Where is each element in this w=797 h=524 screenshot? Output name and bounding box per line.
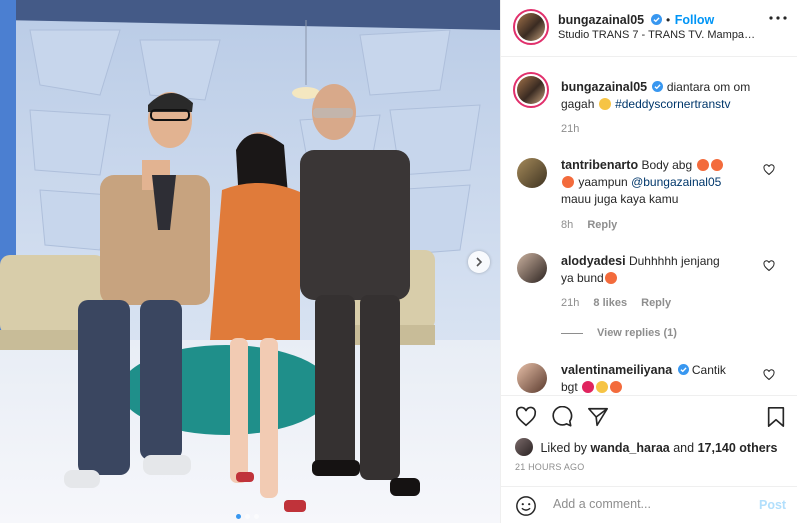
emoji-icon: [604, 272, 617, 284]
caption: bungazainal05 diantara om om gagah #dedd…: [561, 79, 773, 113]
view-replies-button[interactable]: View replies (1): [597, 327, 677, 339]
verified-icon: [650, 14, 662, 25]
comments-list[interactable]: bungazainal05 diantara om om gagah #dedd…: [501, 57, 797, 395]
replies-divider: [561, 333, 583, 334]
emoji-icon[interactable]: [515, 495, 537, 517]
emoji-icon: [562, 176, 574, 188]
comment-username[interactable]: alodyadesi: [561, 254, 626, 268]
share-icon[interactable]: [587, 406, 609, 428]
likes-count[interactable]: 17,140 others: [698, 441, 778, 455]
comment-text: Cantik: [691, 363, 726, 377]
reply-button[interactable]: Reply: [587, 219, 617, 231]
heart-icon[interactable]: [763, 260, 775, 272]
comment-input[interactable]: [551, 496, 745, 512]
comment-avatar[interactable]: [517, 158, 547, 188]
comment-item: tantribenarto Body abg yaampun @bungazai…: [561, 157, 757, 208]
comment-text: Body abg: [641, 158, 693, 172]
author-avatar[interactable]: [513, 9, 549, 45]
comment-icon[interactable]: [551, 406, 573, 428]
comment-likes[interactable]: 8 likes: [593, 297, 627, 309]
comment-meta: 8h Reply: [561, 219, 628, 231]
comment-mention[interactable]: @bungazainal05: [631, 175, 721, 189]
post-photo[interactable]: [0, 0, 500, 523]
dot-separator: •: [666, 13, 671, 27]
liker-username[interactable]: wanda_haraa: [591, 441, 670, 455]
verified-icon: [677, 364, 689, 375]
comment-text: Duhhhhh jenjang: [628, 254, 720, 268]
likes-prefix: Liked by: [540, 441, 588, 455]
follow-button[interactable]: Follow: [675, 13, 715, 27]
likes-and: and: [673, 441, 695, 455]
comment-item: alodyadesi Duhhhhh jenjang ya bund: [561, 253, 757, 287]
caption-hashtag[interactable]: #deddyscornertranstv: [615, 97, 730, 111]
comment-text: ya bund: [561, 271, 604, 285]
likes-summary: Liked by wanda_haraa and 17,140 others: [515, 438, 778, 456]
carousel-dot: [236, 514, 241, 519]
comment-text: yaampun: [578, 175, 628, 189]
emoji-icon: [696, 159, 709, 171]
bookmark-icon[interactable]: [765, 406, 787, 428]
comment-avatar[interactable]: [517, 363, 547, 393]
caption-username[interactable]: bungazainal05: [561, 80, 647, 94]
emoji-icon: [582, 381, 595, 393]
next-arrow-icon: [476, 257, 483, 267]
comment-meta: 21h 8 likes Reply: [561, 297, 682, 309]
verified-icon: [652, 81, 664, 92]
caption-avatar[interactable]: [513, 72, 549, 108]
post-comment-button[interactable]: Post: [759, 498, 786, 512]
emoji-icon: [596, 381, 609, 393]
reply-button[interactable]: Reply: [641, 297, 671, 309]
add-comment-bar: Post: [501, 486, 797, 524]
comment-text: bgt: [561, 380, 578, 394]
post-time-ago[interactable]: 21 HOURS AGO: [515, 462, 584, 472]
more-icon[interactable]: [769, 16, 787, 20]
post-header: bungazainal05 • Follow Studio TRANS 7 - …: [501, 0, 797, 57]
liker-avatar[interactable]: [515, 438, 533, 456]
comment-time: 8h: [561, 219, 574, 231]
post-location[interactable]: Studio TRANS 7 - TRANS TV. Mampang pr...: [558, 29, 756, 41]
like-heart-icon[interactable]: [515, 406, 537, 428]
author-username[interactable]: bungazainal05: [558, 13, 644, 27]
carousel-dot: [245, 514, 250, 519]
instagram-post-modal: bungazainal05 • Follow Studio TRANS 7 - …: [0, 0, 797, 523]
heart-icon[interactable]: [763, 369, 775, 381]
comment-text: mauu juga kaya kamu: [561, 192, 679, 206]
carousel-dots: [236, 514, 259, 519]
comment-item: valentinameiliyana Cantik bgt: [561, 362, 757, 395]
comment-username[interactable]: valentinameiliyana: [561, 363, 672, 377]
caption-time: 21h: [561, 123, 580, 135]
emoji-icon: [710, 159, 723, 171]
post-details-panel: bungazainal05 • Follow Studio TRANS 7 - …: [500, 0, 797, 523]
comment-username[interactable]: tantribenarto: [561, 158, 638, 172]
emoji-icon: [598, 98, 611, 110]
next-photo-button[interactable]: [468, 251, 490, 273]
comment-avatar[interactable]: [517, 253, 547, 283]
post-actions: Liked by wanda_haraa and 17,140 others 2…: [501, 395, 797, 524]
heart-icon[interactable]: [763, 164, 775, 176]
emoji-icon: [610, 381, 623, 393]
carousel-dot: [254, 514, 259, 519]
comment-time: 21h: [561, 297, 580, 309]
studio-scene-image: [0, 0, 500, 523]
